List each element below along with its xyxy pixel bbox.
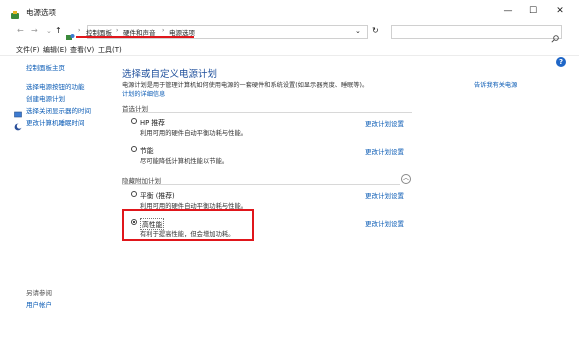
control-panel-icon xyxy=(66,27,75,46)
plan-balanced-radio[interactable] xyxy=(131,191,137,197)
sidebar-item-power-button[interactable]: 选择电源按钮的功能 xyxy=(26,81,85,91)
sidebar-item-display-off[interactable]: 选择关闭显示器的时间 xyxy=(26,105,91,115)
refresh-icon[interactable]: ↻ xyxy=(372,26,379,35)
menu-view[interactable]: 查看(V) xyxy=(70,45,94,55)
close-button[interactable]: ✕ xyxy=(553,5,567,17)
learn-more-link[interactable]: 告诉我有关电源 xyxy=(474,80,517,89)
plan-balanced-name[interactable]: 平衡 (推荐) xyxy=(140,190,175,200)
search-input[interactable] xyxy=(391,25,562,39)
annotation-highlight-box xyxy=(122,209,254,241)
maximize-button[interactable]: ☐ xyxy=(526,5,540,17)
forward-arrow-icon[interactable]: → xyxy=(31,26,38,35)
back-arrow-icon[interactable]: ← xyxy=(17,26,24,35)
page-title: 选择或自定义电源计划 xyxy=(122,69,218,80)
plan-saver-description: 尽可能降低计算机性能以节能。 xyxy=(140,158,229,165)
breadcrumb-separator: › xyxy=(78,27,81,34)
plan-saver-radio[interactable] xyxy=(131,146,137,152)
collapse-chevron-icon[interactable]: ︿ xyxy=(401,174,411,184)
help-icon[interactable]: ? xyxy=(556,57,566,67)
address-dropdown-icon[interactable]: ⌄ xyxy=(355,27,361,35)
menu-file[interactable]: 文件(F) xyxy=(16,45,40,55)
power-options-icon xyxy=(10,6,20,25)
section-divider xyxy=(122,184,400,185)
sidebar-item-create-plan[interactable]: 创建电源计划 xyxy=(26,93,65,103)
menu-tools[interactable]: 工具(T) xyxy=(98,45,122,55)
plan-balanced-change-settings-link[interactable]: 更改计划设置 xyxy=(365,190,404,200)
see-also-heading: 另请参阅 xyxy=(26,289,52,297)
plan-saver-change-settings-link[interactable]: 更改计划设置 xyxy=(365,146,404,156)
plan-hp-description: 利用可用的硬件自动平衡功耗与性能。 xyxy=(140,130,248,137)
up-arrow-icon[interactable]: ↑ xyxy=(55,26,62,35)
search-icon[interactable] xyxy=(551,28,559,47)
sidebar-item-sleep-time[interactable]: 更改计算机睡眠时间 xyxy=(26,117,85,127)
learn-more-link-continued[interactable]: 计划的详细信息 xyxy=(122,89,165,98)
moon-icon xyxy=(14,116,22,135)
menu-divider xyxy=(0,55,579,56)
annotation-underline xyxy=(76,36,194,38)
window-title: 电源选项 xyxy=(26,8,56,17)
menu-edit[interactable]: 编辑(E) xyxy=(43,45,67,55)
breadcrumb-separator: › xyxy=(116,27,119,34)
minimize-button[interactable]: — xyxy=(501,5,515,17)
plan-hp-radio[interactable] xyxy=(131,118,137,124)
recent-dropdown-icon[interactable]: ⌄ xyxy=(46,27,52,35)
plan-saver-name[interactable]: 节能 xyxy=(140,145,154,155)
breadcrumb-separator: › xyxy=(162,27,165,34)
title-bar: 电源选项 — ☐ ✕ xyxy=(0,0,579,22)
section-divider xyxy=(122,112,412,113)
sidebar-home-link[interactable]: 控制面板主页 xyxy=(26,62,65,72)
plan-hp-change-settings-link[interactable]: 更改计划设置 xyxy=(365,118,404,128)
page-description: 电源计划是用于管理计算机如何使用电源的一套硬件和系统设置(如显示器亮度、睡眠等)… xyxy=(122,82,369,89)
sidebar-user-accounts-link[interactable]: 用户帐户 xyxy=(26,299,52,309)
plan-high-performance-change-settings-link[interactable]: 更改计划设置 xyxy=(365,218,404,228)
plan-hp-name[interactable]: HP 推荐 xyxy=(140,117,165,127)
